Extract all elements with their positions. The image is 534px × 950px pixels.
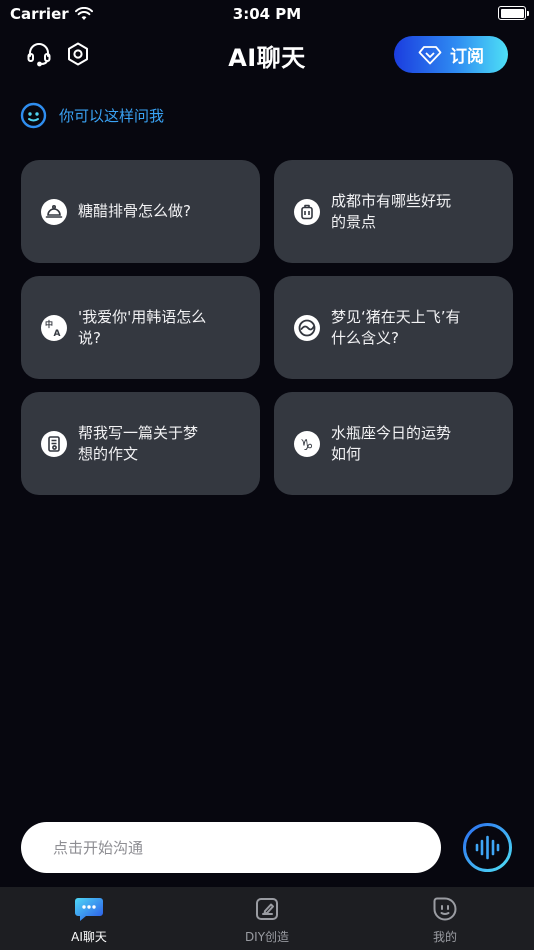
chat-input-bar[interactable] <box>21 822 441 873</box>
suggestion-text: 成都市有哪些好玩的景点 <box>331 191 452 231</box>
suggestion-text: '我爱你'用韩语怎么说? <box>78 307 207 347</box>
tab-profile[interactable]: 我的 <box>385 895 505 945</box>
battery-level <box>500 8 524 18</box>
tab-ai-chat[interactable]: AI聊天 <box>29 895 149 945</box>
diamond-icon <box>418 45 442 64</box>
tab-label: AI聊天 <box>71 930 107 944</box>
chat-input[interactable] <box>53 838 413 857</box>
voice-wave-icon <box>463 823 512 872</box>
hint-row: 你可以这样问我 <box>20 102 164 129</box>
dream-icon <box>294 314 320 341</box>
suggestion-card[interactable]: 帮我写一篇关于梦想的作文 <box>21 392 260 495</box>
document-icon <box>41 430 67 457</box>
cloche-icon <box>41 198 67 225</box>
subscribe-button[interactable]: 订阅 <box>394 36 508 73</box>
suggestion-card[interactable]: 成都市有哪些好玩的景点 <box>274 160 513 263</box>
profile-icon <box>433 897 457 921</box>
tab-diy[interactable]: DIY创造 <box>207 895 327 945</box>
header: AI聊天 订阅 <box>0 28 534 82</box>
tab-bar: AI聊天 DIY创造 我的 <box>0 887 534 950</box>
edit-icon <box>256 898 278 920</box>
capricorn-icon: ♑ <box>294 430 320 457</box>
svg-text:A: A <box>54 329 61 338</box>
status-time: 3:04 PM <box>232 5 302 23</box>
chat-icon <box>75 897 103 921</box>
svg-text:♑: ♑ <box>300 436 313 454</box>
suggestion-card[interactable]: 梦见‘猪在天上飞’有什么含义? <box>274 276 513 379</box>
suggestion-text: 糖醋排骨怎么做? <box>78 202 191 220</box>
svg-text:中: 中 <box>45 319 53 329</box>
battery-icon <box>498 6 529 20</box>
subscribe-label: 订阅 <box>450 47 484 67</box>
voice-button[interactable] <box>462 822 513 873</box>
translate-icon: 中 A <box>41 314 67 341</box>
tab-label: 我的 <box>432 930 457 944</box>
suggestion-card[interactable]: 中 A '我爱你'用韩语怎么说? <box>21 276 260 379</box>
suggestion-text: 帮我写一篇关于梦想的作文 <box>78 423 199 463</box>
status-bar: Carrier 3:04 PM <box>0 0 534 28</box>
suggestion-text: 水瓶座今日的运势如何 <box>331 423 452 463</box>
suggestion-text: 梦见‘猪在天上飞’有什么含义? <box>331 307 461 347</box>
robot-face-icon <box>20 102 47 129</box>
tab-label: DIY创造 <box>244 930 290 944</box>
hint-text: 你可以这样问我 <box>59 107 165 125</box>
suggestion-card[interactable]: 糖醋排骨怎么做? <box>21 160 260 263</box>
luggage-icon <box>294 198 320 225</box>
suggestion-card[interactable]: ♑ 水瓶座今日的运势如何 <box>274 392 513 495</box>
